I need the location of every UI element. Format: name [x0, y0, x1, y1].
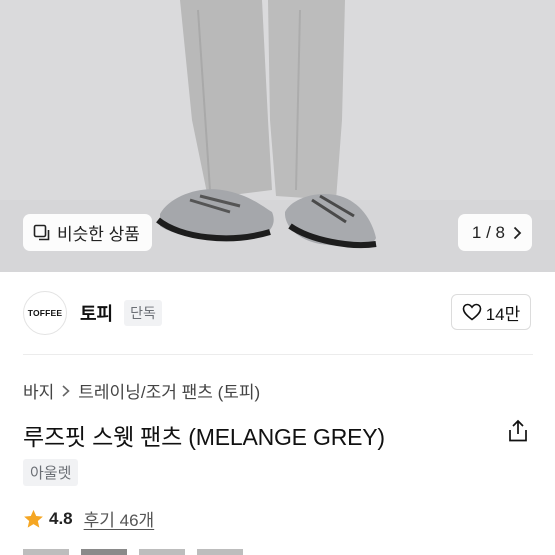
thumbnail[interactable] — [23, 549, 69, 555]
similar-items-icon — [33, 224, 50, 240]
brand-logo-text: TOFFEE — [27, 308, 63, 318]
star-icon — [24, 509, 43, 528]
thumbnail[interactable] — [139, 549, 185, 555]
outlet-tag: 아울렛 — [23, 459, 79, 486]
similar-products-button[interactable]: 비슷한 상품 — [23, 214, 152, 251]
like-count: 14만 — [485, 304, 521, 324]
product-title: 루즈핏 스웻 팬츠 (MELANGE GREY) — [23, 424, 385, 450]
product-image-gallery[interactable]: 비슷한 상품 1 / 8 — [0, 0, 555, 272]
chevron-right-icon — [62, 384, 70, 397]
chevron-right-icon — [513, 226, 522, 239]
rating-score: 4.8 — [49, 508, 73, 528]
like-button[interactable]: 14만 — [451, 294, 531, 330]
divider — [23, 354, 533, 355]
heart-icon — [462, 303, 482, 321]
brand-row: TOFFEE 토피 단독 14만 — [23, 290, 533, 336]
similar-products-label: 비슷한 상품 — [57, 225, 140, 244]
breadcrumb-item-subcategory[interactable]: 트레이닝/조거 팬츠 (토피) — [78, 378, 260, 403]
exclusive-badge: 단독 — [124, 300, 162, 326]
share-icon[interactable] — [507, 419, 529, 443]
thumbnail[interactable] — [197, 549, 243, 555]
breadcrumb: 바지 트레이닝/조거 팬츠 (토피) — [23, 378, 260, 403]
thumbnail-strip — [23, 549, 243, 555]
thumbnail[interactable] — [81, 549, 127, 555]
rating-summary: 4.8 후기 46개 — [23, 506, 154, 531]
image-counter-text: 1 / 8 — [471, 222, 505, 242]
breadcrumb-item-category[interactable]: 바지 — [23, 378, 54, 403]
brand-name[interactable]: 토피 — [80, 300, 113, 326]
brand-logo[interactable]: TOFFEE — [23, 291, 67, 335]
reviews-link[interactable]: 후기 46개 — [84, 506, 155, 531]
image-counter-button[interactable]: 1 / 8 — [457, 214, 532, 251]
